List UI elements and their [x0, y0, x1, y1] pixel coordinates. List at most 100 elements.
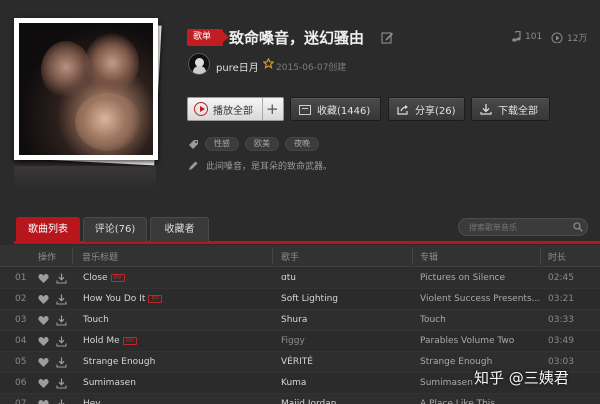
play-count: 101: [512, 31, 542, 42]
track-album[interactable]: Sumimasen: [420, 378, 473, 388]
heart-icon[interactable]: [38, 273, 49, 284]
track-album[interactable]: Pictures on Silence: [420, 273, 505, 283]
heart-icon[interactable]: [38, 378, 49, 389]
collect-button[interactable]: 收藏(1446): [290, 97, 381, 121]
heart-icon[interactable]: [38, 315, 49, 326]
header-title[interactable]: 音乐标题: [82, 250, 118, 263]
download-all-button[interactable]: 下载全部: [471, 97, 550, 121]
track-artist[interactable]: Shura: [281, 315, 307, 325]
download-icon[interactable]: [56, 273, 67, 284]
track-title[interactable]: Sumimasen: [83, 378, 136, 388]
table-row[interactable]: 04 Hold Me MV Figgy Parables Volume Two 03:49: [0, 331, 600, 352]
tag-pill[interactable]: 欧美: [245, 137, 279, 151]
heart-icon[interactable]: [38, 357, 49, 368]
folder-icon: [299, 104, 311, 115]
track-artist[interactable]: Kuma: [281, 378, 306, 388]
track-artist[interactable]: VÉRITÉ: [281, 357, 313, 367]
heart-icon[interactable]: [38, 294, 49, 305]
track-album[interactable]: Violent Success Presents...: [420, 294, 540, 304]
header-album[interactable]: 专辑: [420, 250, 438, 263]
header-artist[interactable]: 歌手: [281, 250, 299, 263]
download-icon[interactable]: [56, 399, 67, 404]
search-icon[interactable]: [573, 222, 583, 232]
track-number: 01: [15, 273, 27, 283]
share-label: 分享(26): [415, 105, 456, 117]
cover-frame: [14, 18, 158, 160]
table-row[interactable]: 02 How You Do It MV Soft Lighting Violent Su…: [0, 289, 600, 310]
download-icon[interactable]: [56, 294, 67, 305]
cover-image: [19, 23, 153, 155]
description-row: 此间嗓音，是耳朵的致命武器。: [188, 159, 332, 172]
table-header: 操作 音乐标题 歌手 专辑 时长: [0, 245, 600, 267]
search-input[interactable]: [458, 218, 588, 236]
track-artist[interactable]: Figgy: [281, 336, 305, 346]
track-album[interactable]: Strange Enough: [420, 357, 492, 367]
track-title[interactable]: Close MV: [83, 273, 125, 283]
mv-icon[interactable]: MV: [122, 336, 137, 345]
track-number: 06: [15, 378, 27, 388]
track-number: 05: [15, 357, 27, 367]
cover-reflection: [14, 166, 156, 188]
track-album[interactable]: Parables Volume Two: [420, 336, 514, 346]
tag-pill[interactable]: 夜晚: [285, 137, 319, 151]
collect-label: 收藏(1446): [317, 105, 371, 117]
track-duration: 03:49: [548, 336, 574, 346]
table-row[interactable]: 01 Close MV ɑtu Pictures on Silence 02:45: [0, 268, 600, 289]
created-date: 2015-06-07创建: [276, 63, 347, 73]
track-artist[interactable]: Soft Lighting: [281, 294, 338, 304]
track-title[interactable]: Hold Me MV: [83, 336, 137, 346]
track-title[interactable]: Strange Enough: [83, 357, 155, 367]
track-number: 04: [15, 336, 27, 346]
play-all-button[interactable]: 播放全部 +: [187, 97, 284, 121]
track-title[interactable]: Hey: [83, 399, 101, 404]
playlist-description: 此间嗓音，是耳朵的致命武器。: [206, 162, 333, 172]
track-duration: 02:45: [548, 273, 574, 283]
header-actions: 操作: [38, 253, 57, 263]
watermark: 知乎 @三姨君: [474, 369, 569, 387]
fav-count: 12万: [551, 31, 587, 44]
track-duration: 03:21: [548, 294, 574, 304]
track-album[interactable]: A Place Like This: [420, 399, 495, 404]
tag-icon: [189, 139, 198, 149]
play-icon: [194, 102, 208, 116]
track-duration: 03:33: [548, 315, 574, 325]
mv-icon[interactable]: MV: [110, 273, 125, 282]
track-artist[interactable]: Majid Jordan: [281, 399, 337, 404]
track-album[interactable]: Touch: [420, 315, 446, 325]
track-title[interactable]: Touch: [83, 315, 109, 325]
playlist-badge: 歌单: [187, 29, 229, 46]
playlist-title: 致命嗓音，迷幻骚由: [229, 29, 365, 47]
table-row[interactable]: 03 Touch Shura Touch 03:33: [0, 310, 600, 331]
heart-icon[interactable]: [38, 336, 49, 347]
fav-count-value: 12万: [567, 34, 588, 44]
creator-avatar[interactable]: [188, 53, 210, 75]
table-row[interactable]: 07 Hey Majid Jordan A Place Like This: [0, 394, 600, 404]
headphones-icon: [551, 32, 563, 43]
track-number: 03: [15, 315, 27, 325]
download-icon[interactable]: [56, 357, 67, 368]
download-icon: [480, 103, 492, 115]
tab-collectors[interactable]: 收藏者: [150, 217, 209, 242]
download-icon[interactable]: [56, 378, 67, 389]
share-button[interactable]: 分享(26): [388, 97, 465, 121]
creator-name[interactable]: pure日月: [216, 59, 259, 74]
tab-comments[interactable]: 评论(76): [83, 217, 147, 242]
tag-pill[interactable]: 性感: [205, 137, 239, 151]
edit-icon[interactable]: [381, 31, 394, 44]
add-to-queue-icon[interactable]: +: [266, 100, 279, 118]
share-icon: [397, 104, 409, 115]
play-all-label: 播放全部: [213, 105, 253, 117]
mv-icon[interactable]: MV: [148, 294, 163, 303]
playlist-cover: [14, 18, 162, 166]
tab-song-list[interactable]: 歌曲列表: [16, 217, 80, 242]
pencil-icon: [189, 161, 198, 170]
tag-row: 性感 欧美 夜晚: [188, 137, 319, 151]
track-title[interactable]: How You Do It MV: [83, 294, 163, 304]
heart-icon[interactable]: [38, 399, 49, 404]
track-artist[interactable]: ɑtu: [281, 273, 296, 283]
star-icon: [263, 58, 274, 69]
track-duration: 03:03: [548, 357, 574, 367]
download-icon[interactable]: [56, 315, 67, 326]
download-icon[interactable]: [56, 336, 67, 347]
header-duration: 时长: [548, 253, 567, 263]
